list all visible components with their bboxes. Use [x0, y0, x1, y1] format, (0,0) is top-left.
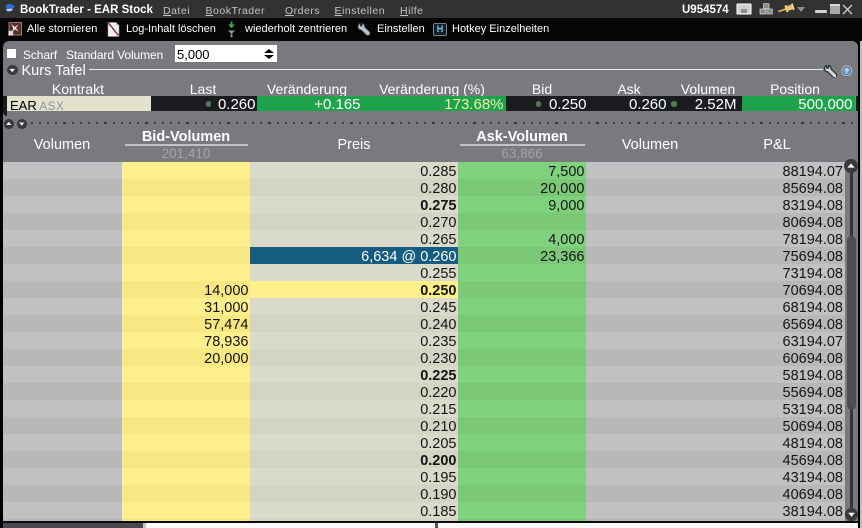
svg-text:?: ?: [845, 67, 849, 75]
